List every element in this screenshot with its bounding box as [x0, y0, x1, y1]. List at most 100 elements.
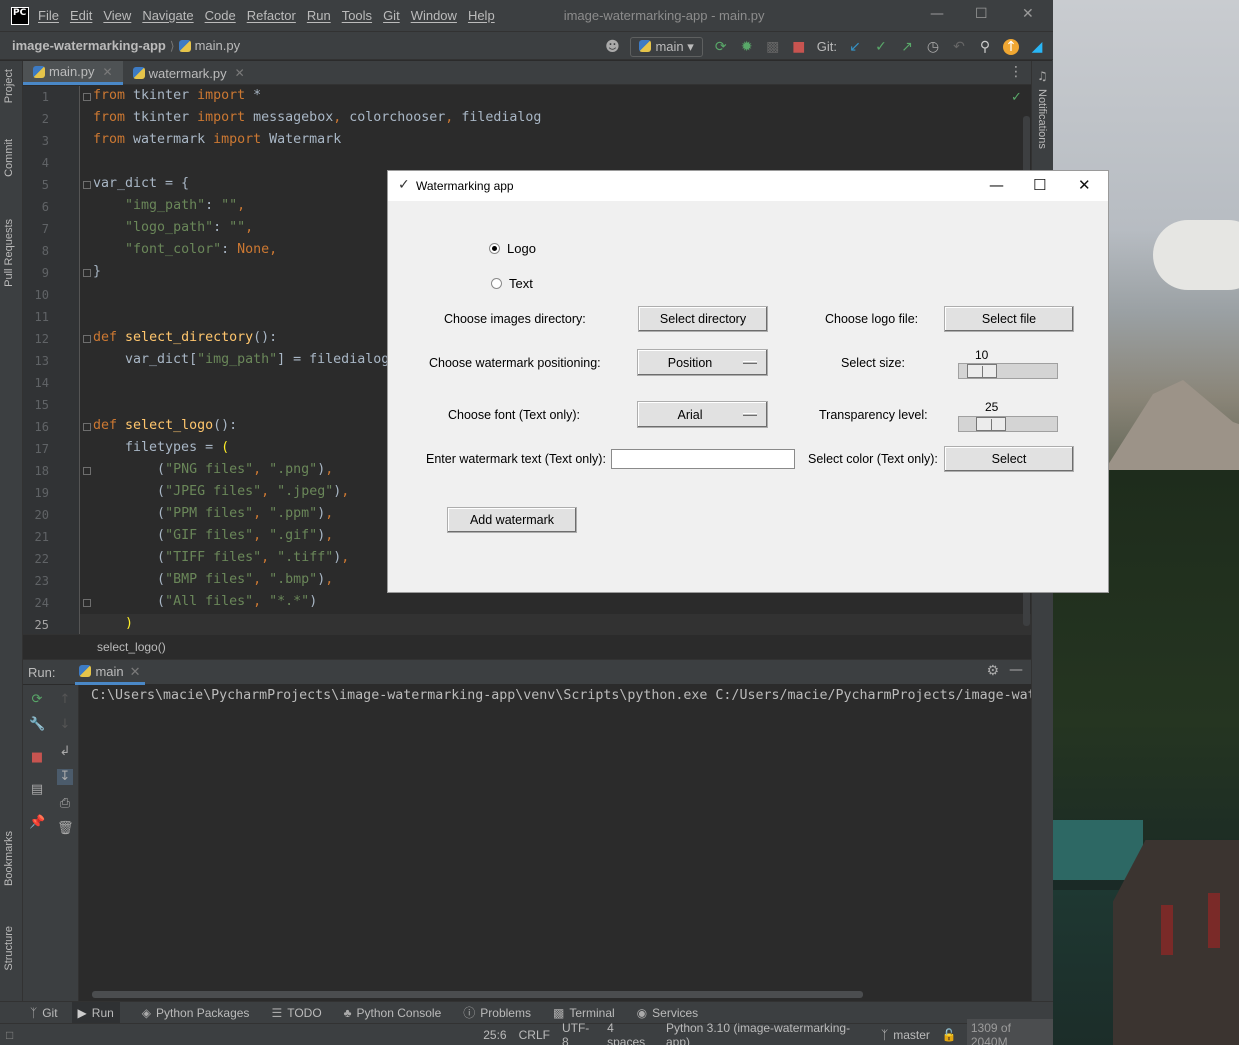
status-interpreter[interactable]: Python 3.10 (image-watermarking-app) [666, 1021, 869, 1045]
menu-refactor[interactable]: Refactor [247, 8, 296, 23]
tool-tab-pull-requests[interactable]: Pull Requests [3, 219, 15, 287]
menu-run[interactable]: Run [307, 8, 331, 23]
tab-main-py[interactable]: main.py ✕ [23, 61, 123, 85]
tool-tab-bookmarks[interactable]: Bookmarks [3, 831, 15, 886]
trash-icon[interactable]: 🗑 [57, 821, 74, 837]
hide-panel-icon[interactable]: — [1009, 662, 1023, 678]
run-console[interactable]: C:\Users\macie\PycharmProjects\image-wat… [80, 685, 1031, 1001]
tool-tab-project[interactable]: Project [3, 69, 15, 103]
scroll-to-end-icon[interactable]: ↧ [57, 769, 73, 785]
fold-marker[interactable] [83, 93, 91, 101]
down-arrow-icon[interactable]: ↓ [57, 717, 73, 733]
layout-icon[interactable]: ▤ [29, 782, 45, 798]
commit-icon[interactable]: ✓ [873, 39, 889, 55]
ide-update-icon[interactable]: ↑ [1003, 38, 1019, 55]
tool-tab-structure[interactable]: Structure [3, 926, 15, 971]
tool-tab-notifications[interactable]: Notifications [1036, 89, 1048, 149]
gear-icon[interactable]: ⚙ [986, 663, 999, 679]
menu-help[interactable]: Help [468, 8, 495, 23]
bell-icon[interactable]: ♫ [1037, 69, 1048, 83]
run-tab-main[interactable]: main ✕ [75, 660, 145, 685]
pin-icon[interactable]: 📌 [29, 815, 45, 831]
close-tab-icon[interactable]: ✕ [103, 65, 113, 79]
rollback-icon[interactable]: ↶ [951, 39, 967, 55]
status-encoding[interactable]: UTF-8 [562, 1021, 595, 1045]
maximize-icon[interactable]: ☐ [975, 6, 988, 22]
position-optionmenu[interactable]: Position [637, 349, 768, 376]
bottom-tab-git[interactable]: ᛉ Git [30, 1002, 58, 1024]
user-icon[interactable]: ☻ [604, 39, 620, 55]
select-directory-button[interactable]: Select directory [638, 306, 768, 332]
fold-marker[interactable] [83, 269, 91, 277]
close-tab-icon[interactable]: ✕ [235, 66, 245, 80]
update-project-icon[interactable]: ↙ [847, 39, 863, 55]
search-icon[interactable]: ⚲ [977, 39, 993, 55]
radio-logo[interactable]: Logo [489, 241, 536, 256]
transparency-scale-slider[interactable] [976, 417, 1006, 431]
debug-icon[interactable]: ✹ [739, 39, 755, 55]
menu-git[interactable]: Git [383, 8, 400, 23]
code-breadcrumb[interactable]: select_logo() [23, 634, 1031, 658]
wrench-icon[interactable]: 🔧 [29, 717, 45, 733]
size-scale[interactable] [958, 363, 1058, 379]
status-indent[interactable]: 4 spaces [607, 1021, 654, 1045]
close-icon[interactable]: ✕ [1022, 6, 1034, 22]
radio-text[interactable]: Text [491, 276, 533, 291]
memory-indicator[interactable]: 1309 of 2040M [966, 1018, 1053, 1045]
layout-toggle-icon[interactable]: □ [6, 1028, 13, 1042]
line-number: 14 [34, 376, 49, 390]
bottom-tab-run[interactable]: ▶ Run [71, 1001, 120, 1024]
bottom-tab-todo[interactable]: ☰ TODO [271, 1002, 321, 1024]
inspection-ok-icon[interactable]: ✓ [1011, 90, 1022, 105]
soft-wrap-icon[interactable]: ↲ [57, 744, 73, 760]
console-scrollbar[interactable] [92, 991, 863, 998]
tool-tab-commit[interactable]: Commit [3, 139, 15, 177]
watermark-text-input[interactable] [611, 449, 795, 469]
status-caret-position[interactable]: 25:6 [483, 1028, 506, 1042]
breadcrumb-project[interactable]: image-watermarking-app [12, 38, 166, 53]
fold-marker[interactable] [83, 181, 91, 189]
font-optionmenu[interactable]: Arial [637, 401, 768, 428]
stop-icon[interactable]: ■ [791, 39, 807, 55]
menu-file[interactable]: File [38, 8, 59, 23]
up-arrow-icon[interactable]: ↑ [57, 692, 73, 708]
coverage-icon[interactable]: ▩ [765, 39, 781, 55]
menu-window[interactable]: Window [411, 8, 457, 23]
bottom-tab-problems[interactable]: ⓘ Problems [463, 1002, 531, 1024]
more-tabs-icon[interactable]: ⋮ [1009, 64, 1023, 80]
tab-watermark-py[interactable]: watermark.py ✕ [123, 61, 255, 85]
lock-icon[interactable]: 🔓 [942, 1028, 957, 1042]
menu-tools[interactable]: Tools [342, 8, 372, 23]
size-scale-slider[interactable] [967, 364, 997, 378]
select-file-button[interactable]: Select file [944, 306, 1074, 332]
print-icon[interactable]: ⎙ [57, 796, 73, 812]
history-icon[interactable]: ◷ [925, 39, 941, 55]
rerun-icon[interactable]: ⟳ [713, 39, 729, 55]
transparency-scale[interactable] [958, 416, 1058, 432]
select-color-button[interactable]: Select [944, 446, 1074, 472]
bottom-tab-python-packages[interactable]: ◈ Python Packages [142, 1002, 250, 1024]
fold-marker[interactable] [83, 599, 91, 607]
tk-maximize-icon[interactable]: ☐ [1033, 176, 1046, 194]
add-watermark-button[interactable]: Add watermark [447, 507, 577, 533]
fold-marker[interactable] [83, 335, 91, 343]
bottom-tab-python-console[interactable]: ♣ Python Console [344, 1002, 442, 1024]
menu-edit[interactable]: Edit [70, 8, 92, 23]
minimize-icon[interactable]: — [930, 6, 944, 22]
jetbrains-toolbox-icon[interactable]: ◢ [1029, 39, 1045, 55]
tk-minimize-icon[interactable]: — [989, 176, 1004, 194]
rerun-icon[interactable]: ⟳ [29, 692, 45, 708]
close-tab-icon[interactable]: ✕ [130, 664, 141, 679]
push-icon[interactable]: ↗ [899, 39, 915, 55]
tk-close-icon[interactable]: ✕ [1078, 176, 1091, 194]
status-vcs-branch[interactable]: master [893, 1028, 930, 1042]
fold-marker[interactable] [83, 467, 91, 475]
run-config-selector[interactable]: main ▾ [630, 36, 703, 57]
menu-code[interactable]: Code [205, 8, 236, 23]
fold-marker[interactable] [83, 423, 91, 431]
stop-icon[interactable]: ■ [29, 750, 45, 766]
status-line-separator[interactable]: CRLF [519, 1028, 550, 1042]
breadcrumb-file[interactable]: main.py [195, 38, 241, 53]
menu-view[interactable]: View [103, 8, 131, 23]
menu-navigate[interactable]: Navigate [142, 8, 193, 23]
